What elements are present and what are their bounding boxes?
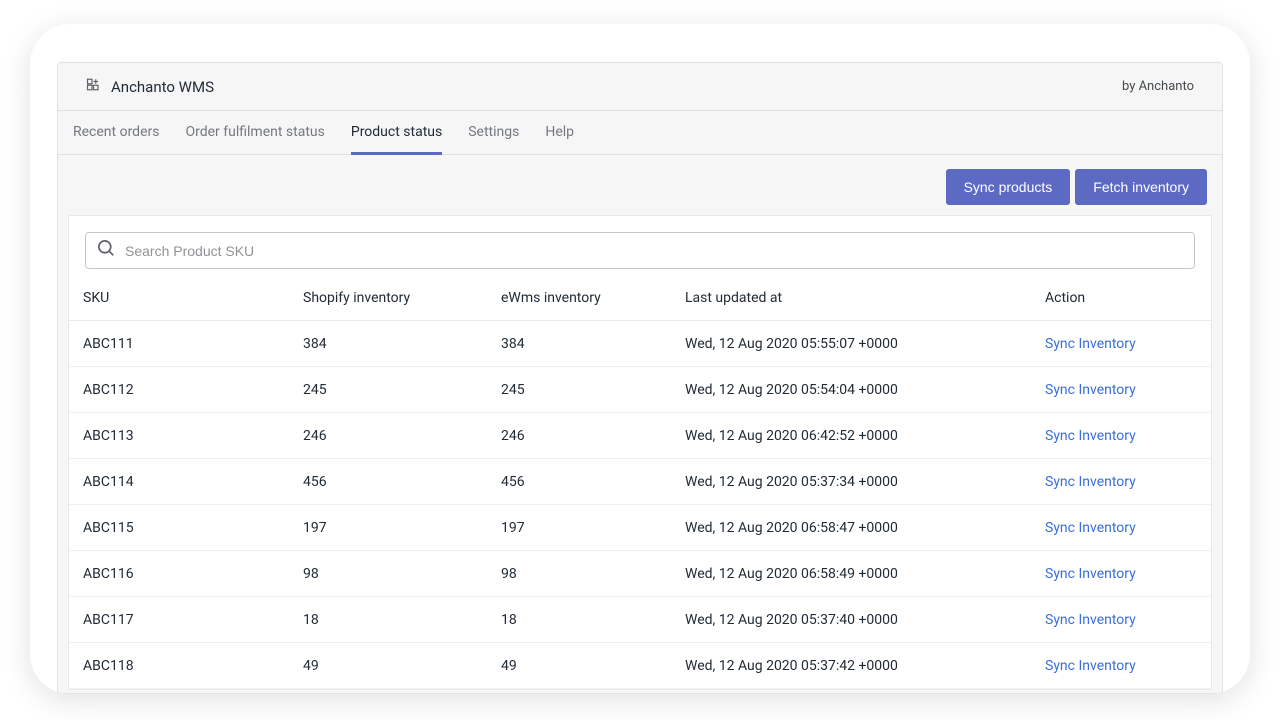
app-window: Anchanto WMS by Anchanto Recent orders O… — [30, 24, 1250, 694]
search-icon — [98, 240, 115, 261]
app-icon — [86, 77, 101, 96]
table-row: ABC112245245Wed, 12 Aug 2020 05:54:04 +0… — [69, 367, 1211, 413]
sync-inventory-link[interactable]: Sync Inventory — [1045, 612, 1136, 628]
search-wrap — [69, 232, 1211, 275]
col-last-updated: Last updated at — [685, 290, 1045, 306]
cell-sku: ABC116 — [83, 566, 303, 582]
tab-product-status[interactable]: Product status — [351, 112, 442, 155]
table-row: ABC111384384Wed, 12 Aug 2020 05:55:07 +0… — [69, 321, 1211, 367]
cell-sku: ABC117 — [83, 612, 303, 628]
col-shopify-inventory: Shopify inventory — [303, 290, 501, 306]
toolbar: Sync products Fetch inventory — [58, 155, 1222, 205]
cell-last-updated: Wed, 12 Aug 2020 06:58:47 +0000 — [685, 520, 1045, 536]
cell-last-updated: Wed, 12 Aug 2020 05:37:40 +0000 — [685, 612, 1045, 628]
col-ewms-inventory: eWms inventory — [501, 290, 685, 306]
cell-sku: ABC113 — [83, 428, 303, 444]
cell-ewms-inventory: 245 — [501, 382, 685, 398]
search-field[interactable] — [85, 232, 1195, 269]
cell-shopify-inventory: 456 — [303, 474, 501, 490]
table-row: ABC114456456Wed, 12 Aug 2020 05:37:34 +0… — [69, 459, 1211, 505]
cell-ewms-inventory: 18 — [501, 612, 685, 628]
product-table: SKU Shopify inventory eWms inventory Las… — [69, 275, 1211, 689]
app-inner: Anchanto WMS by Anchanto Recent orders O… — [57, 62, 1223, 694]
table-row: ABC1171818Wed, 12 Aug 2020 05:37:40 +000… — [69, 597, 1211, 643]
cell-sku: ABC111 — [83, 336, 303, 352]
cell-ewms-inventory: 384 — [501, 336, 685, 352]
cell-shopify-inventory: 49 — [303, 658, 501, 674]
cell-last-updated: Wed, 12 Aug 2020 05:54:04 +0000 — [685, 382, 1045, 398]
cell-ewms-inventory: 49 — [501, 658, 685, 674]
cell-ewms-inventory: 246 — [501, 428, 685, 444]
cell-sku: ABC114 — [83, 474, 303, 490]
col-sku: SKU — [83, 290, 303, 306]
content-card: SKU Shopify inventory eWms inventory Las… — [68, 215, 1212, 690]
cell-shopify-inventory: 98 — [303, 566, 501, 582]
cell-ewms-inventory: 456 — [501, 474, 685, 490]
tabs: Recent orders Order fulfilment status Pr… — [58, 111, 1222, 155]
sync-products-button[interactable]: Sync products — [946, 169, 1071, 205]
table-row: ABC1169898Wed, 12 Aug 2020 06:58:49 +000… — [69, 551, 1211, 597]
cell-sku: ABC115 — [83, 520, 303, 536]
cell-last-updated: Wed, 12 Aug 2020 06:58:49 +0000 — [685, 566, 1045, 582]
tab-order-fulfilment-status[interactable]: Order fulfilment status — [185, 112, 324, 155]
sync-inventory-link[interactable]: Sync Inventory — [1045, 382, 1136, 398]
cell-shopify-inventory: 246 — [303, 428, 501, 444]
cell-shopify-inventory: 245 — [303, 382, 501, 398]
byline: by Anchanto — [1122, 79, 1194, 94]
tab-settings[interactable]: Settings — [468, 112, 519, 155]
cell-last-updated: Wed, 12 Aug 2020 05:37:42 +0000 — [685, 658, 1045, 674]
sync-inventory-link[interactable]: Sync Inventory — [1045, 658, 1136, 674]
cell-last-updated: Wed, 12 Aug 2020 05:55:07 +0000 — [685, 336, 1045, 352]
fetch-inventory-button[interactable]: Fetch inventory — [1075, 169, 1207, 205]
cell-shopify-inventory: 197 — [303, 520, 501, 536]
cell-shopify-inventory: 384 — [303, 336, 501, 352]
cell-sku: ABC112 — [83, 382, 303, 398]
sync-inventory-link[interactable]: Sync Inventory — [1045, 520, 1136, 536]
app-title: Anchanto WMS — [111, 78, 214, 96]
tab-help[interactable]: Help — [545, 112, 574, 155]
search-input[interactable] — [125, 243, 1182, 259]
table-header: SKU Shopify inventory eWms inventory Las… — [69, 275, 1211, 321]
header-left: Anchanto WMS — [86, 77, 214, 96]
table-body: ABC111384384Wed, 12 Aug 2020 05:55:07 +0… — [69, 321, 1211, 689]
table-row: ABC113246246Wed, 12 Aug 2020 06:42:52 +0… — [69, 413, 1211, 459]
table-row: ABC1184949Wed, 12 Aug 2020 05:37:42 +000… — [69, 643, 1211, 689]
cell-last-updated: Wed, 12 Aug 2020 05:37:34 +0000 — [685, 474, 1045, 490]
sync-inventory-link[interactable]: Sync Inventory — [1045, 474, 1136, 490]
cell-sku: ABC118 — [83, 658, 303, 674]
table-row: ABC115197197Wed, 12 Aug 2020 06:58:47 +0… — [69, 505, 1211, 551]
cell-last-updated: Wed, 12 Aug 2020 06:42:52 +0000 — [685, 428, 1045, 444]
sync-inventory-link[interactable]: Sync Inventory — [1045, 566, 1136, 582]
header: Anchanto WMS by Anchanto — [58, 63, 1222, 111]
sync-inventory-link[interactable]: Sync Inventory — [1045, 336, 1136, 352]
cell-ewms-inventory: 98 — [501, 566, 685, 582]
cell-ewms-inventory: 197 — [501, 520, 685, 536]
col-action: Action — [1045, 290, 1197, 306]
tab-recent-orders[interactable]: Recent orders — [73, 112, 159, 155]
sync-inventory-link[interactable]: Sync Inventory — [1045, 428, 1136, 444]
cell-shopify-inventory: 18 — [303, 612, 501, 628]
